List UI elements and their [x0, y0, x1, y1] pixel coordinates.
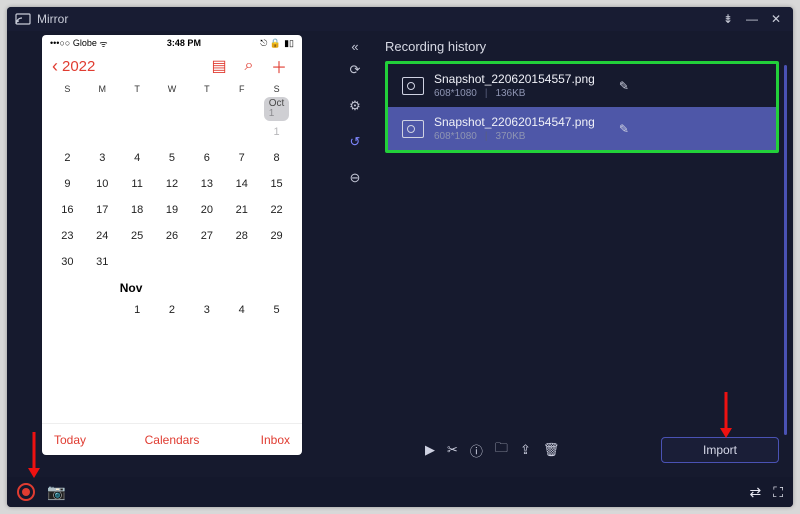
close-button[interactable]: ✕ — [767, 10, 785, 28]
dow: S — [50, 84, 85, 94]
collapse-icon[interactable]: « — [337, 39, 373, 54]
dow: W — [155, 84, 190, 94]
side-iconbar: ⟳ ⚙ ↺ ⊖ — [337, 59, 373, 189]
add-icon[interactable]: ＋ — [266, 54, 292, 78]
list-icon[interactable]: ▤ — [206, 56, 232, 76]
fullscreen-icon[interactable]: ⛶ — [773, 484, 783, 501]
dow: T — [120, 84, 155, 94]
snapshot-button[interactable]: 📷 — [47, 483, 66, 501]
edit-icon[interactable]: ✎ — [619, 122, 629, 136]
phone-tabbar: Today Calendars Inbox — [42, 423, 302, 455]
remove-icon[interactable]: ⊖ — [344, 167, 366, 189]
file-name: Snapshot_220620154557.png — [434, 72, 595, 86]
recording-list: Snapshot_220620154557.png 608*1080|136KB… — [385, 61, 779, 153]
image-icon — [402, 120, 424, 138]
share-icon[interactable]: ⇪ — [520, 442, 531, 458]
toggle-icon[interactable]: ⇄ — [749, 484, 761, 501]
settings-icon[interactable]: ⚙ — [344, 95, 366, 117]
clock-label: 3:48 PM — [108, 38, 261, 48]
list-item[interactable]: Snapshot_220620154547.png 608*1080|370KB… — [388, 107, 776, 150]
cut-icon[interactable]: ✂ — [447, 442, 458, 458]
history-icon[interactable]: ↺ — [344, 131, 366, 153]
list-item[interactable]: Snapshot_220620154557.png 608*1080|136KB… — [388, 64, 776, 107]
scrollbar[interactable] — [784, 65, 787, 435]
import-button[interactable]: Import — [661, 437, 779, 463]
panel-title: Recording history — [385, 39, 486, 54]
month-chip: Oct1 — [264, 97, 290, 121]
minimize-button[interactable]: — — [743, 10, 761, 28]
file-toolbar: ▶ ✂ ⓘ 🗀 ⇪ 🗑 Import — [425, 437, 779, 463]
edit-icon[interactable]: ✎ — [619, 79, 629, 93]
info-icon[interactable]: ⓘ — [470, 441, 483, 460]
refresh-icon[interactable]: ⟳ — [344, 59, 366, 81]
year-label[interactable]: 2022 — [62, 58, 95, 75]
today-button[interactable]: Today — [42, 433, 112, 447]
weekday-row: S M T W T F S — [42, 81, 302, 97]
inbox-button[interactable]: Inbox — [232, 433, 302, 447]
dow: T — [189, 84, 224, 94]
month2-label: Nov — [120, 275, 155, 297]
titlebar: Mirror ⇟ — ✕ — [7, 7, 793, 31]
file-meta: 608*1080|136KB — [434, 88, 595, 99]
calendars-button[interactable]: Calendars — [112, 433, 232, 447]
wifi-icon: ᯤ — [99, 37, 107, 50]
file-name: Snapshot_220620154547.png — [434, 115, 595, 129]
phone-statusbar: •••○○ Globe ᯤ 3:48 PM ⎋ 🔒 ▮▯ — [42, 35, 302, 51]
back-icon[interactable]: ‹ — [52, 57, 58, 75]
app-window: Mirror ⇟ — ✕ •••○○ Globe ᯤ 3:48 PM ⎋ 🔒 — [7, 7, 793, 507]
pin-button[interactable]: ⇟ — [719, 10, 737, 28]
image-icon — [402, 77, 424, 95]
battery-icon: ▮▯ — [284, 38, 294, 49]
status-extras: ⎋ 🔒 — [260, 38, 281, 49]
search-icon[interactable]: ⌕ — [236, 57, 262, 75]
record-button[interactable] — [17, 483, 35, 501]
calendar-nav: ‹ 2022 ▤ ⌕ ＋ — [42, 51, 302, 81]
dow: M — [85, 84, 120, 94]
bottom-bar: 📷 ⇄ ⛶ — [7, 477, 793, 507]
dow: F — [224, 84, 259, 94]
app-title: Mirror — [37, 12, 68, 26]
carrier-label: Globe — [73, 38, 97, 48]
dow: S — [259, 84, 294, 94]
main-area: •••○○ Globe ᯤ 3:48 PM ⎋ 🔒 ▮▯ ‹ 2022 — [7, 31, 793, 477]
right-panel: « ⟳ ⚙ ↺ ⊖ Recording history Snapshot_220… — [337, 31, 793, 477]
file-meta: 608*1080|370KB — [434, 131, 595, 142]
folder-icon[interactable]: 🗀 — [495, 439, 508, 461]
cast-icon — [15, 13, 31, 25]
signal-icon: •••○○ — [50, 38, 70, 48]
play-icon[interactable]: ▶ — [425, 442, 435, 458]
phone-panel: •••○○ Globe ᯤ 3:48 PM ⎋ 🔒 ▮▯ ‹ 2022 — [7, 31, 337, 477]
phone-screen[interactable]: •••○○ Globe ᯤ 3:48 PM ⎋ 🔒 ▮▯ ‹ 2022 — [42, 35, 302, 455]
calendar-grid[interactable]: Oct1 12345678910111213141516171819202122… — [42, 97, 302, 423]
delete-icon[interactable]: 🗑 — [543, 442, 560, 458]
